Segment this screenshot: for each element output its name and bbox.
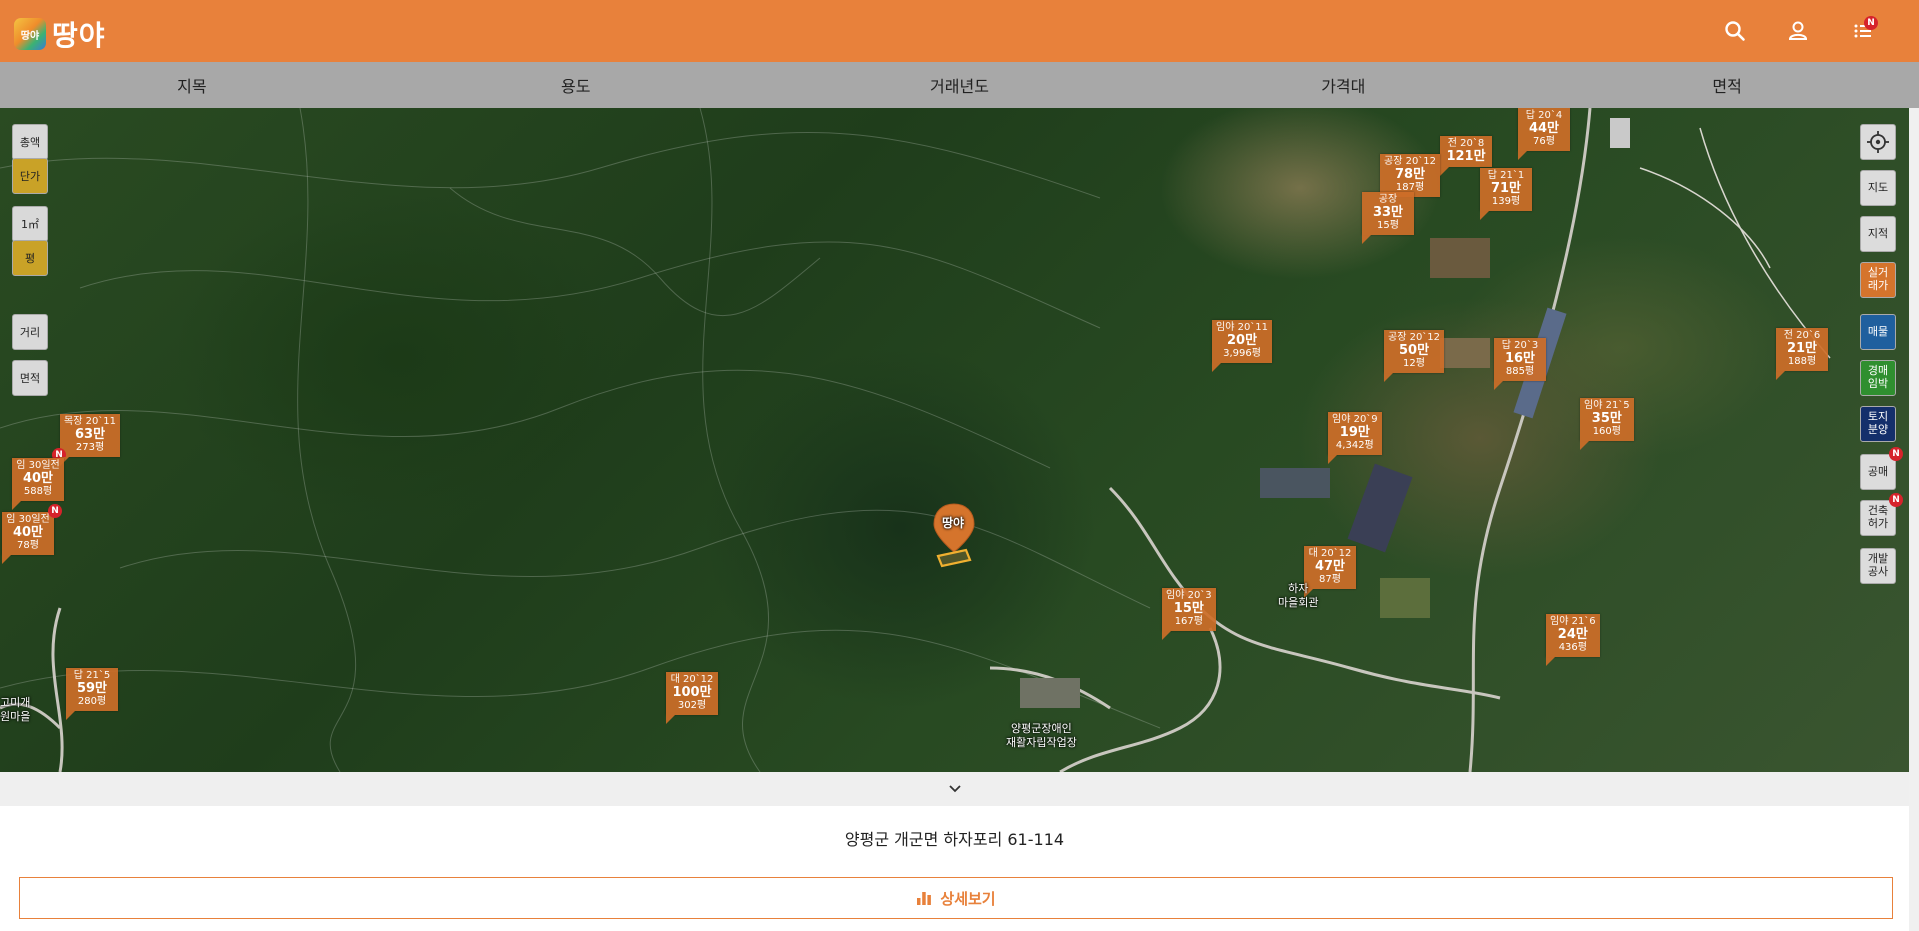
detail-view-label: 상세보기 [940,889,996,908]
logo-text: 땅야 [52,19,106,52]
filter-area[interactable]: 면적 [1535,62,1919,108]
app-logo[interactable]: 땅야 땅야 [14,14,106,54]
price-tag[interactable]: 임야 20`3 15만 167평 [1162,588,1216,640]
user-icon [1788,21,1808,40]
menu-list-button[interactable]: N [1850,16,1878,44]
panel-collapse-toggle[interactable] [0,772,1909,806]
price-tag[interactable]: 임야 20`11 20만 3,996평 [1212,320,1273,372]
cadastral-layer-button[interactable]: 지적 [1860,216,1896,252]
price-tag[interactable]: 전 20`8 121만 [1440,136,1492,178]
pyeong-unit-toggle[interactable]: 평 [12,240,48,276]
sqm-unit-toggle[interactable]: 1㎡ [12,206,48,242]
price-tag[interactable]: 임 30일전 40만 78평 N [2,504,62,564]
distance-measure-button[interactable]: 거리 [12,314,48,350]
satellite-map[interactable]: 땅야 답 20`4 44만 76평 전 20`8 121만 공장 20`12 78만 18… [0,108,1909,772]
logo-badge-icon: 땅야 [14,18,46,50]
place-label-left-village: 고미개 원마을 [0,696,31,723]
filter-price-range[interactable]: 가격대 [1151,62,1535,108]
land-sale-button[interactable]: 토지 분양 [1860,406,1896,442]
price-tag[interactable]: 답 20`3 16만 885평 [1494,338,1546,390]
filter-land-category[interactable]: 지목 [0,62,384,108]
auction-imminent-button[interactable]: 경매 임박 [1860,360,1896,396]
price-tag[interactable]: 임 30일전 40만 588평 [12,458,64,510]
scrollbar[interactable] [1909,108,1919,931]
price-tag[interactable]: 임야 21`6 24만 436평 [1546,614,1600,666]
new-badge: N [1889,493,1903,507]
locate-button[interactable] [1860,124,1896,160]
price-tag[interactable]: 전 20`6 21만 188평 [1776,328,1828,380]
price-tag[interactable]: 공장 20`12 50만 12평 [1384,330,1445,382]
filter-deal-year[interactable]: 거래년도 [768,62,1152,108]
development-construction-button[interactable]: 개발 공사 [1860,548,1896,584]
new-badge: N [1889,447,1903,461]
bar-chart-icon [917,892,932,905]
price-tag[interactable]: 목장 20`11 63만 273평 N [52,414,121,466]
unit-price-toggle[interactable]: 단가 [12,158,48,194]
crosshair-icon [1867,131,1889,153]
chevron-down-icon [948,785,961,793]
filter-bar: 지목 용도 거래년도 가격대 면적 [0,62,1919,108]
price-tag[interactable]: 답 21`5 59만 280평 [66,668,118,720]
profile-button[interactable] [1785,18,1811,44]
map-layer-button[interactable]: 지도 [1860,170,1896,206]
pin-label: 땅야 [942,516,965,530]
search-button[interactable] [1722,18,1748,44]
price-tag[interactable]: 공장 20`12 78만 187평 [1380,154,1441,206]
public-sale-button[interactable]: 공매 N [1860,447,1903,490]
price-tag[interactable]: 공장 33만 15평 [1362,192,1414,244]
parcel-address: 양평군 개군면 하자포리 61-114 [844,830,1065,849]
price-tag[interactable]: 답 21`1 71만 139평 [1480,168,1532,220]
search-icon [1725,21,1745,41]
filter-zoning[interactable]: 용도 [384,62,768,108]
price-tag[interactable]: 임야 21`5 35만 160평 [1580,398,1634,450]
detail-view-button[interactable]: 상세보기 [19,877,1893,919]
price-tag[interactable]: 대 20`12 100만 302평 [666,672,718,724]
price-tag[interactable]: 임야 20`9 19만 4,342평 [1328,412,1382,464]
price-tag[interactable]: 답 20`4 44만 76평 [1518,108,1570,160]
listing-button[interactable]: 매물 [1860,314,1896,350]
new-badge: N [1864,16,1878,30]
place-label-village-hall: 하자 마을회관 [1278,582,1319,609]
real-deal-price-button[interactable]: 실거 래가 [1860,262,1896,298]
building-permit-button[interactable]: 건축 허가 N [1860,493,1903,536]
place-label-workshop: 양평군장애인 재활자립작업장 [1006,722,1077,749]
total-price-toggle[interactable]: 총액 [12,124,48,160]
selected-parcel-pin-icon[interactable] [932,502,976,572]
new-badge: N [48,504,62,518]
area-measure-button[interactable]: 면적 [12,360,48,396]
app-header: 땅야 땅야 N [0,0,1919,62]
